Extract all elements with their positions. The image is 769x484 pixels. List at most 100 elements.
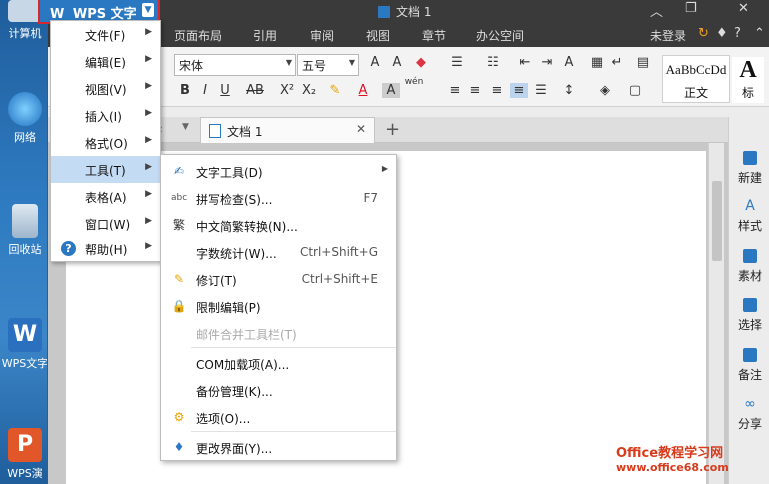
shrink-font-icon[interactable]: A	[388, 55, 406, 70]
submenu-text-tools[interactable]: ✍ 文字工具(D) ▶	[161, 157, 396, 184]
tab-view[interactable]: 视图	[366, 27, 390, 44]
submenu-backup-manager[interactable]: 备份管理(K)...	[161, 376, 396, 403]
submenu-chinese-conversion[interactable]: 繁中文简繁转换(N)...	[161, 211, 396, 238]
scroll-thumb[interactable]	[712, 181, 722, 261]
desktop-icon-recycle[interactable]: 回收站	[0, 204, 50, 257]
desktop-icon-label: 网络	[14, 131, 36, 144]
submenu-options[interactable]: ⚙ 选项(O)...	[161, 403, 396, 430]
notes-icon	[743, 348, 757, 362]
submenu-com-addins[interactable]: COM加载项(A)...	[161, 349, 396, 376]
font-color-icon[interactable]: A	[354, 83, 372, 98]
strikethrough-icon[interactable]: AB	[244, 83, 266, 98]
paragraph-mark-icon[interactable]: ↵	[608, 55, 626, 70]
menu-item-format[interactable]: 格式(O) ▶	[51, 129, 160, 156]
lock-icon: 🔒	[171, 299, 187, 313]
new-tab-icon[interactable]: +	[385, 119, 400, 140]
close-icon[interactable]: ✕	[738, 1, 749, 16]
menu-item-window[interactable]: 窗口(W) ▶	[51, 210, 160, 237]
numbering-icon[interactable]: ☷	[484, 55, 502, 70]
font-size-select[interactable]: 五号 ▼	[297, 54, 359, 76]
restore-icon[interactable]: ❐	[685, 1, 697, 16]
font-name-select[interactable]: 宋体 ▼	[174, 54, 296, 76]
panel-notes[interactable]: 备注	[729, 348, 769, 383]
menu-item-table[interactable]: 表格(A) ▶	[51, 183, 160, 210]
menu-item-tools[interactable]: 工具(T) ▶	[51, 156, 160, 183]
minimize-icon[interactable]: ︿	[650, 1, 663, 20]
panel-share[interactable]: ∞ 分享	[729, 397, 769, 432]
login-status[interactable]: 未登录	[650, 27, 686, 44]
panel-materials[interactable]: 素材	[729, 249, 769, 284]
globe-icon	[8, 92, 42, 126]
select-icon	[743, 298, 757, 312]
bold-icon[interactable]: B	[176, 83, 194, 98]
tab-references[interactable]: 引用	[253, 27, 277, 44]
distributed-icon[interactable]: ☰	[532, 83, 550, 98]
shirt-icon[interactable]: ♦	[716, 26, 728, 41]
bullets-icon[interactable]: ☰	[448, 55, 466, 70]
menu-item-edit[interactable]: 编辑(E) ▶	[51, 48, 160, 75]
line-spacing-icon[interactable]: ↕	[560, 83, 578, 98]
new-icon	[743, 151, 757, 165]
chevron-right-icon: ▶	[145, 189, 152, 199]
align-right-icon[interactable]: ≡	[488, 83, 506, 98]
italic-icon[interactable]: I	[196, 83, 214, 98]
highlight-icon[interactable]: ✎	[326, 83, 344, 98]
justify-icon[interactable]: ≡	[510, 83, 528, 98]
panel-styles[interactable]: A 样式	[729, 199, 769, 234]
submenu-change-interface[interactable]: ♦ 更改界面(Y)...	[161, 433, 396, 460]
wps-menu-button[interactable]: W WPS 文字 ▼	[38, 0, 160, 24]
spell-check-icon: abc	[171, 193, 188, 203]
underline-icon[interactable]: U	[216, 83, 234, 98]
desktop-icon-wps-presentation[interactable]: P WPS演	[0, 428, 50, 481]
align-left-icon[interactable]: ≡	[446, 83, 464, 98]
menu-item-view[interactable]: 视图(V) ▶	[51, 75, 160, 102]
menu-item-help[interactable]: ? 帮助(H) ▶	[51, 235, 160, 262]
panel-new[interactable]: 新建	[729, 151, 769, 186]
shirt-icon: ♦	[173, 440, 185, 454]
decrease-indent-icon[interactable]: ⇤	[516, 55, 534, 70]
refresh-icon[interactable]: ↻	[698, 26, 709, 41]
tab-section[interactable]: 章节	[422, 27, 446, 44]
style-heading[interactable]: A 标	[732, 57, 764, 103]
submenu-item-label: 备份管理(K)...	[196, 385, 273, 399]
tab-page-layout[interactable]: 页面布局	[174, 27, 222, 44]
phonetic-icon[interactable]: wén	[404, 77, 424, 87]
help-icon: ?	[61, 241, 76, 256]
chevron-down-icon[interactable]: ▼	[182, 122, 189, 132]
document-tab[interactable]: 文档 1 ✕	[200, 117, 375, 143]
increase-indent-icon[interactable]: ⇥	[538, 55, 556, 70]
close-tab-icon[interactable]: ✕	[356, 122, 366, 136]
submenu-word-count[interactable]: 字数统计(W)... Ctrl+Shift+G	[161, 238, 396, 265]
menu-item-label: 帮助(H)	[85, 243, 128, 257]
submenu-revisions[interactable]: ✎ 修订(T) Ctrl+Shift+E	[161, 265, 396, 292]
style-icon: A	[745, 198, 755, 214]
clear-format-icon[interactable]: ◆	[412, 55, 430, 70]
borders-icon[interactable]: ▢	[626, 83, 644, 98]
panel-select[interactable]: 选择	[729, 298, 769, 333]
subscript-icon[interactable]: X₂	[300, 83, 318, 98]
style-sample: AaBbCcDd	[665, 62, 727, 77]
tab-office-space[interactable]: 办公空间	[476, 27, 524, 44]
style-normal[interactable]: AaBbCcDd 正文	[662, 55, 730, 103]
document-icon	[378, 6, 390, 18]
align-center-icon[interactable]: ≡	[466, 83, 484, 98]
submenu-spell-check[interactable]: abc 拼写检查(S)... F7	[161, 184, 396, 211]
desktop-icon-network[interactable]: 网络	[0, 92, 50, 145]
right-task-panel: 新建 A 样式 素材 选择 备注 ∞ 分享	[728, 117, 769, 484]
chinese-layout-icon[interactable]: A	[560, 55, 578, 70]
menu-item-file[interactable]: 文件(F) ▶	[51, 21, 160, 48]
formatting-marks-icon[interactable]: ▤	[634, 55, 652, 70]
help-menu-icon[interactable]: ?	[734, 26, 741, 41]
table-border-icon[interactable]: ▦	[588, 55, 606, 70]
grow-font-icon[interactable]: A	[366, 55, 384, 70]
char-shading-icon[interactable]: A	[382, 83, 400, 98]
menu-item-label: 窗口(W)	[85, 218, 131, 232]
menu-item-insert[interactable]: 插入(I) ▶	[51, 102, 160, 129]
site-watermark: Office教程学习网 www.office68.com	[616, 432, 766, 482]
desktop-icon-wps-writer[interactable]: W WPS文字	[0, 318, 50, 371]
submenu-restrict-editing[interactable]: 🔒 限制编辑(P)	[161, 292, 396, 319]
superscript-icon[interactable]: X²	[278, 83, 296, 98]
tab-review[interactable]: 审阅	[310, 27, 334, 44]
chevron-up-icon[interactable]: ⌃	[754, 26, 765, 41]
shading-icon[interactable]: ◈	[596, 83, 614, 98]
